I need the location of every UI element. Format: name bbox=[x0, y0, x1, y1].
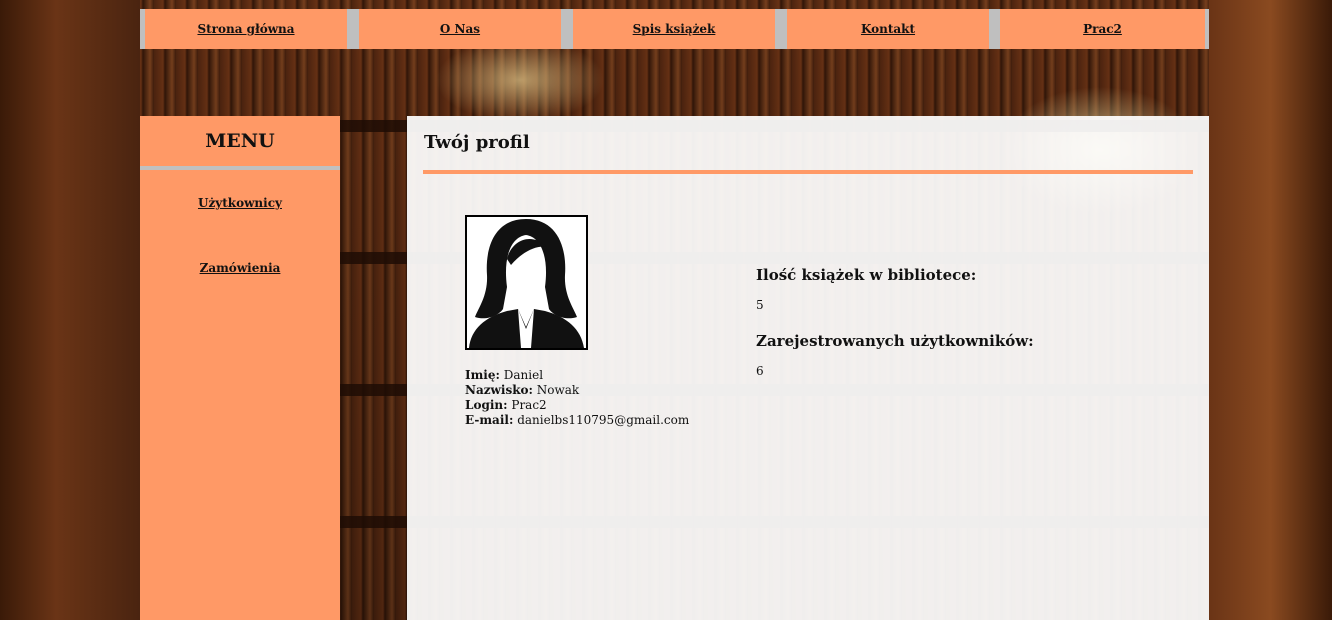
sidebar-item-users[interactable]: Użytkownicy bbox=[140, 196, 340, 210]
title-divider bbox=[423, 170, 1193, 174]
users-count-value: 6 bbox=[756, 364, 764, 378]
profile-details: Imię: Daniel Nazwisko: Nowak Login: Prac… bbox=[465, 368, 689, 428]
users-count-label: Zarejestrowanych użytkowników: bbox=[756, 332, 1034, 350]
last-name-value: Nowak bbox=[536, 383, 580, 397]
background-left-shelf bbox=[0, 0, 140, 620]
nav-link-home[interactable]: Strona główna bbox=[197, 22, 294, 36]
page-title: Twój profil bbox=[424, 132, 530, 153]
nav-item-books[interactable]: Spis książek bbox=[573, 9, 775, 49]
sidebar-menu: MENU Użytkownicy Zamówienia bbox=[140, 116, 340, 620]
first-name-label: Imię: bbox=[465, 368, 500, 382]
email-label: E-mail: bbox=[465, 413, 514, 427]
first-name-value: Daniel bbox=[503, 368, 544, 382]
login-label: Login: bbox=[465, 398, 508, 412]
nav-item-contact[interactable]: Kontakt bbox=[787, 9, 989, 49]
nav-link-books[interactable]: Spis książek bbox=[633, 22, 716, 36]
last-name-row: Nazwisko: Nowak bbox=[465, 383, 689, 398]
books-count-label: Ilość książek w bibliotece: bbox=[756, 266, 977, 284]
nav-item-user[interactable]: Prac2 bbox=[1000, 9, 1205, 49]
login-row: Login: Prac2 bbox=[465, 398, 689, 413]
menu-title: MENU bbox=[140, 116, 340, 170]
top-navigation: Strona główna O Nas Spis książek Kontakt… bbox=[140, 9, 1209, 49]
background-right-shelf bbox=[1209, 0, 1332, 620]
nav-link-user[interactable]: Prac2 bbox=[1083, 22, 1122, 36]
sidebar-item-orders[interactable]: Zamówienia bbox=[140, 261, 340, 275]
first-name-row: Imię: Daniel bbox=[465, 368, 689, 383]
books-count-value: 5 bbox=[756, 298, 764, 312]
nav-item-about[interactable]: O Nas bbox=[359, 9, 561, 49]
email-row: E-mail: danielbs110795@gmail.com bbox=[465, 413, 689, 428]
nav-link-about[interactable]: O Nas bbox=[440, 22, 480, 36]
last-name-label: Nazwisko: bbox=[465, 383, 533, 397]
female-user-icon bbox=[467, 217, 586, 348]
library-stats: Ilość książek w bibliotece: 5 Zarejestro… bbox=[756, 266, 1034, 378]
nav-item-home[interactable]: Strona główna bbox=[145, 9, 347, 49]
email-value: danielbs110795@gmail.com bbox=[517, 413, 690, 427]
profile-panel: Twój profil Imię: Daniel Nazwisko: Nowak bbox=[407, 116, 1209, 620]
avatar bbox=[465, 215, 588, 350]
nav-link-contact[interactable]: Kontakt bbox=[861, 22, 915, 36]
login-value: Prac2 bbox=[511, 398, 547, 412]
